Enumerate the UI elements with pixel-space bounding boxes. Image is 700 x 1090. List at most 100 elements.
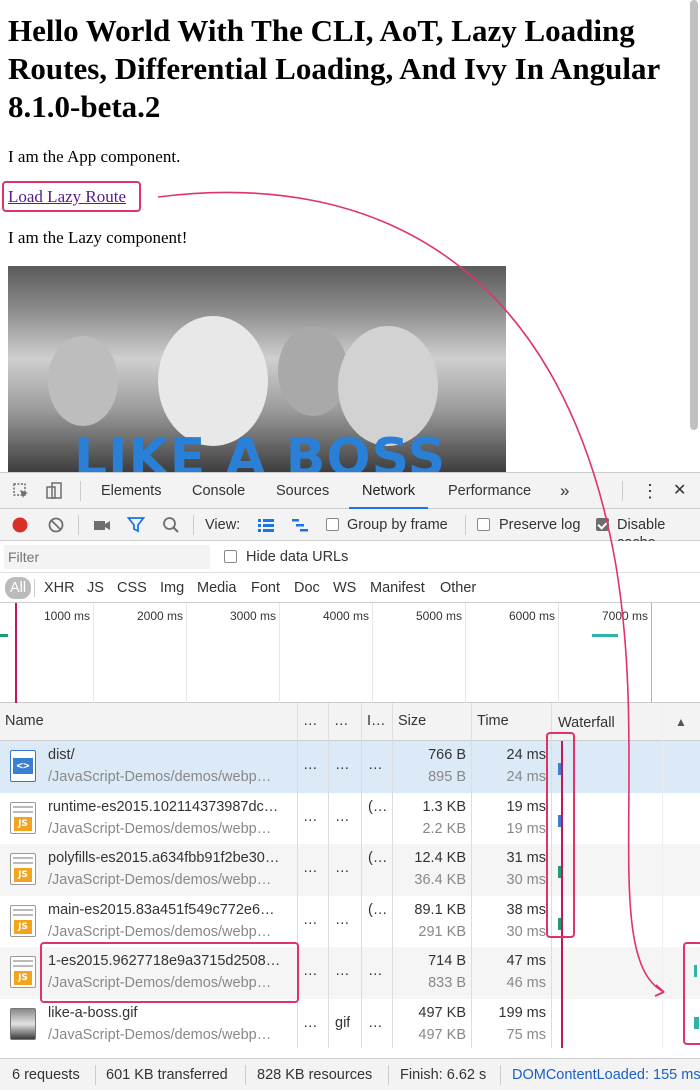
load-marker-line <box>15 603 17 703</box>
request-resource-size: 895 B <box>428 769 466 785</box>
request-size: 766 B <box>428 747 466 763</box>
close-icon[interactable]: ✕ <box>673 473 686 509</box>
request-resource-size: 497 KB <box>418 1026 466 1043</box>
request-count: 6 requests <box>12 1067 80 1083</box>
tab-elements[interactable]: Elements <box>101 473 161 509</box>
menu-icon[interactable]: ⋮ <box>641 473 659 509</box>
column-name[interactable]: Name <box>5 713 44 729</box>
request-initiator: (… <box>368 901 388 918</box>
group-by-frame-checkbox[interactable] <box>326 518 339 531</box>
type-filter-xhr[interactable]: XHR <box>44 579 75 597</box>
hide-data-urls-label: Hide data URLs <box>246 549 349 565</box>
type-filter-img[interactable]: Img <box>160 579 184 597</box>
inspect-element-icon[interactable] <box>11 482 31 500</box>
filter-funnel-icon[interactable] <box>126 516 146 534</box>
request-name: like-a-boss.gif <box>48 1004 138 1021</box>
request-size: 89.1 KB <box>414 901 466 918</box>
dom-content-loaded: DOMContentLoaded: 155 ms <box>512 1067 700 1083</box>
request-name: runtime-es2015.102114373987dc… <box>48 798 279 815</box>
timeline-overview[interactable]: 1000 ms 2000 ms 3000 ms 4000 ms 5000 ms … <box>0 603 700 703</box>
sort-ascending-icon[interactable]: ▲ <box>675 715 687 729</box>
request-initiator: … <box>368 757 383 773</box>
table-row[interactable]: <> dist/ /JavaScript-Demos/demos/webp… …… <box>0 741 700 793</box>
device-toolbar-icon[interactable] <box>44 482 64 500</box>
waterfall-bar <box>694 965 697 977</box>
column-time[interactable]: Time <box>477 713 509 729</box>
type-filter-manifest[interactable]: Manifest <box>370 579 425 597</box>
request-time: 19 ms <box>506 798 547 815</box>
waterfall-load-marker <box>561 741 563 1048</box>
type-filter-font[interactable]: Font <box>251 579 280 597</box>
page-title: Hello World With The CLI, AoT, Lazy Load… <box>8 13 660 124</box>
tick-label: 5000 ms <box>415 609 462 623</box>
table-row[interactable]: JS main-es2015.83a451f549c772e6… /JavaSc… <box>0 896 700 948</box>
preserve-log-label: Preserve log <box>499 517 581 533</box>
request-name: polyfills-es2015.a634fbb91f2be30… <box>48 850 280 866</box>
js-file-icon: JS <box>10 904 36 937</box>
request-size: 497 KB <box>418 1004 466 1021</box>
request-path: /JavaScript-Demos/demos/webp… <box>48 769 272 785</box>
request-status: … <box>303 757 318 773</box>
column-initiator[interactable]: I… <box>367 713 386 729</box>
type-filter-ws[interactable]: WS <box>333 579 356 597</box>
hide-data-urls-checkbox[interactable] <box>224 550 237 563</box>
tab-sources[interactable]: Sources <box>276 473 329 509</box>
request-path: /JavaScript-Demos/demos/webp… <box>48 820 272 837</box>
tab-console[interactable]: Console <box>192 473 245 509</box>
table-row[interactable]: JS polyfills-es2015.a634fbb91f2be30… /Ja… <box>0 844 700 896</box>
column-waterfall[interactable]: Waterfall <box>558 715 615 731</box>
tab-network[interactable]: Network <box>349 473 429 509</box>
type-filter-other[interactable]: Other <box>440 579 476 597</box>
preserve-log-checkbox[interactable] <box>477 518 490 531</box>
tick-label: 3000 ms <box>229 609 276 623</box>
table-header: Name … … I… Size Time Waterfall ▲ <box>0 703 700 741</box>
like-a-boss-gif: LIKE A BOSS <box>8 266 506 472</box>
tick-label: 4000 ms <box>322 609 369 623</box>
filter-input[interactable] <box>4 545 210 569</box>
type-filter-all[interactable]: All <box>5 577 32 599</box>
request-type: … <box>335 963 350 979</box>
screenshot-camera-icon[interactable] <box>92 516 112 534</box>
column-type[interactable]: … <box>334 713 349 729</box>
overview-waterfall-icon[interactable] <box>290 516 310 534</box>
large-rows-icon[interactable] <box>256 516 276 534</box>
request-type: … <box>335 911 350 928</box>
image-file-icon <box>10 1007 36 1040</box>
type-filter-doc[interactable]: Doc <box>294 579 320 597</box>
request-path: /JavaScript-Demos/demos/webp… <box>48 1026 272 1043</box>
overview-bar <box>592 634 618 637</box>
resources-size: 828 KB resources <box>257 1067 373 1083</box>
search-icon[interactable] <box>161 516 181 534</box>
type-filter-js[interactable]: JS <box>87 579 104 597</box>
load-lazy-route-link[interactable]: Load Lazy Route <box>8 187 126 207</box>
type-filter-media[interactable]: Media <box>197 579 237 597</box>
table-row[interactable]: JS runtime-es2015.102114373987dc… /JavaS… <box>0 793 700 845</box>
column-size[interactable]: Size <box>398 713 426 729</box>
record-icon[interactable] <box>10 516 30 534</box>
request-time: 47 ms <box>506 953 547 969</box>
request-size: 714 B <box>428 953 466 969</box>
request-name: 1-es2015.9627718e9a3715d2508… <box>48 953 281 969</box>
tick-label: 6000 ms <box>508 609 555 623</box>
column-status[interactable]: … <box>303 713 318 729</box>
page-scrollbar[interactable] <box>690 0 698 430</box>
devtools-panel: Elements Console Sources Network Perform… <box>0 472 700 1090</box>
more-tabs-icon[interactable]: » <box>560 473 569 509</box>
group-by-frame-label: Group by frame <box>347 517 448 533</box>
request-time: 199 ms <box>498 1004 546 1021</box>
table-row[interactable]: JS 1-es2015.9627718e9a3715d2508… /JavaSc… <box>0 947 700 999</box>
table-row[interactable]: like-a-boss.gif /JavaScript-Demos/demos/… <box>0 999 700 1051</box>
request-latency: 46 ms <box>506 975 547 991</box>
type-filter-css[interactable]: CSS <box>117 579 147 597</box>
disable-cache-checkbox[interactable] <box>596 518 609 531</box>
request-status: … <box>303 1014 318 1031</box>
network-toolbar: View: Group by frame Preserve log Disabl… <box>0 509 700 551</box>
request-type: … <box>335 808 350 825</box>
request-time: 24 ms <box>506 747 547 763</box>
transferred-size: 601 KB transferred <box>106 1067 228 1083</box>
request-size: 1.3 KB <box>422 798 466 815</box>
tab-performance[interactable]: Performance <box>448 473 531 509</box>
app-component-text: I am the App component. <box>8 147 181 166</box>
clear-icon[interactable] <box>46 516 66 534</box>
request-resource-size: 291 KB <box>418 923 466 940</box>
